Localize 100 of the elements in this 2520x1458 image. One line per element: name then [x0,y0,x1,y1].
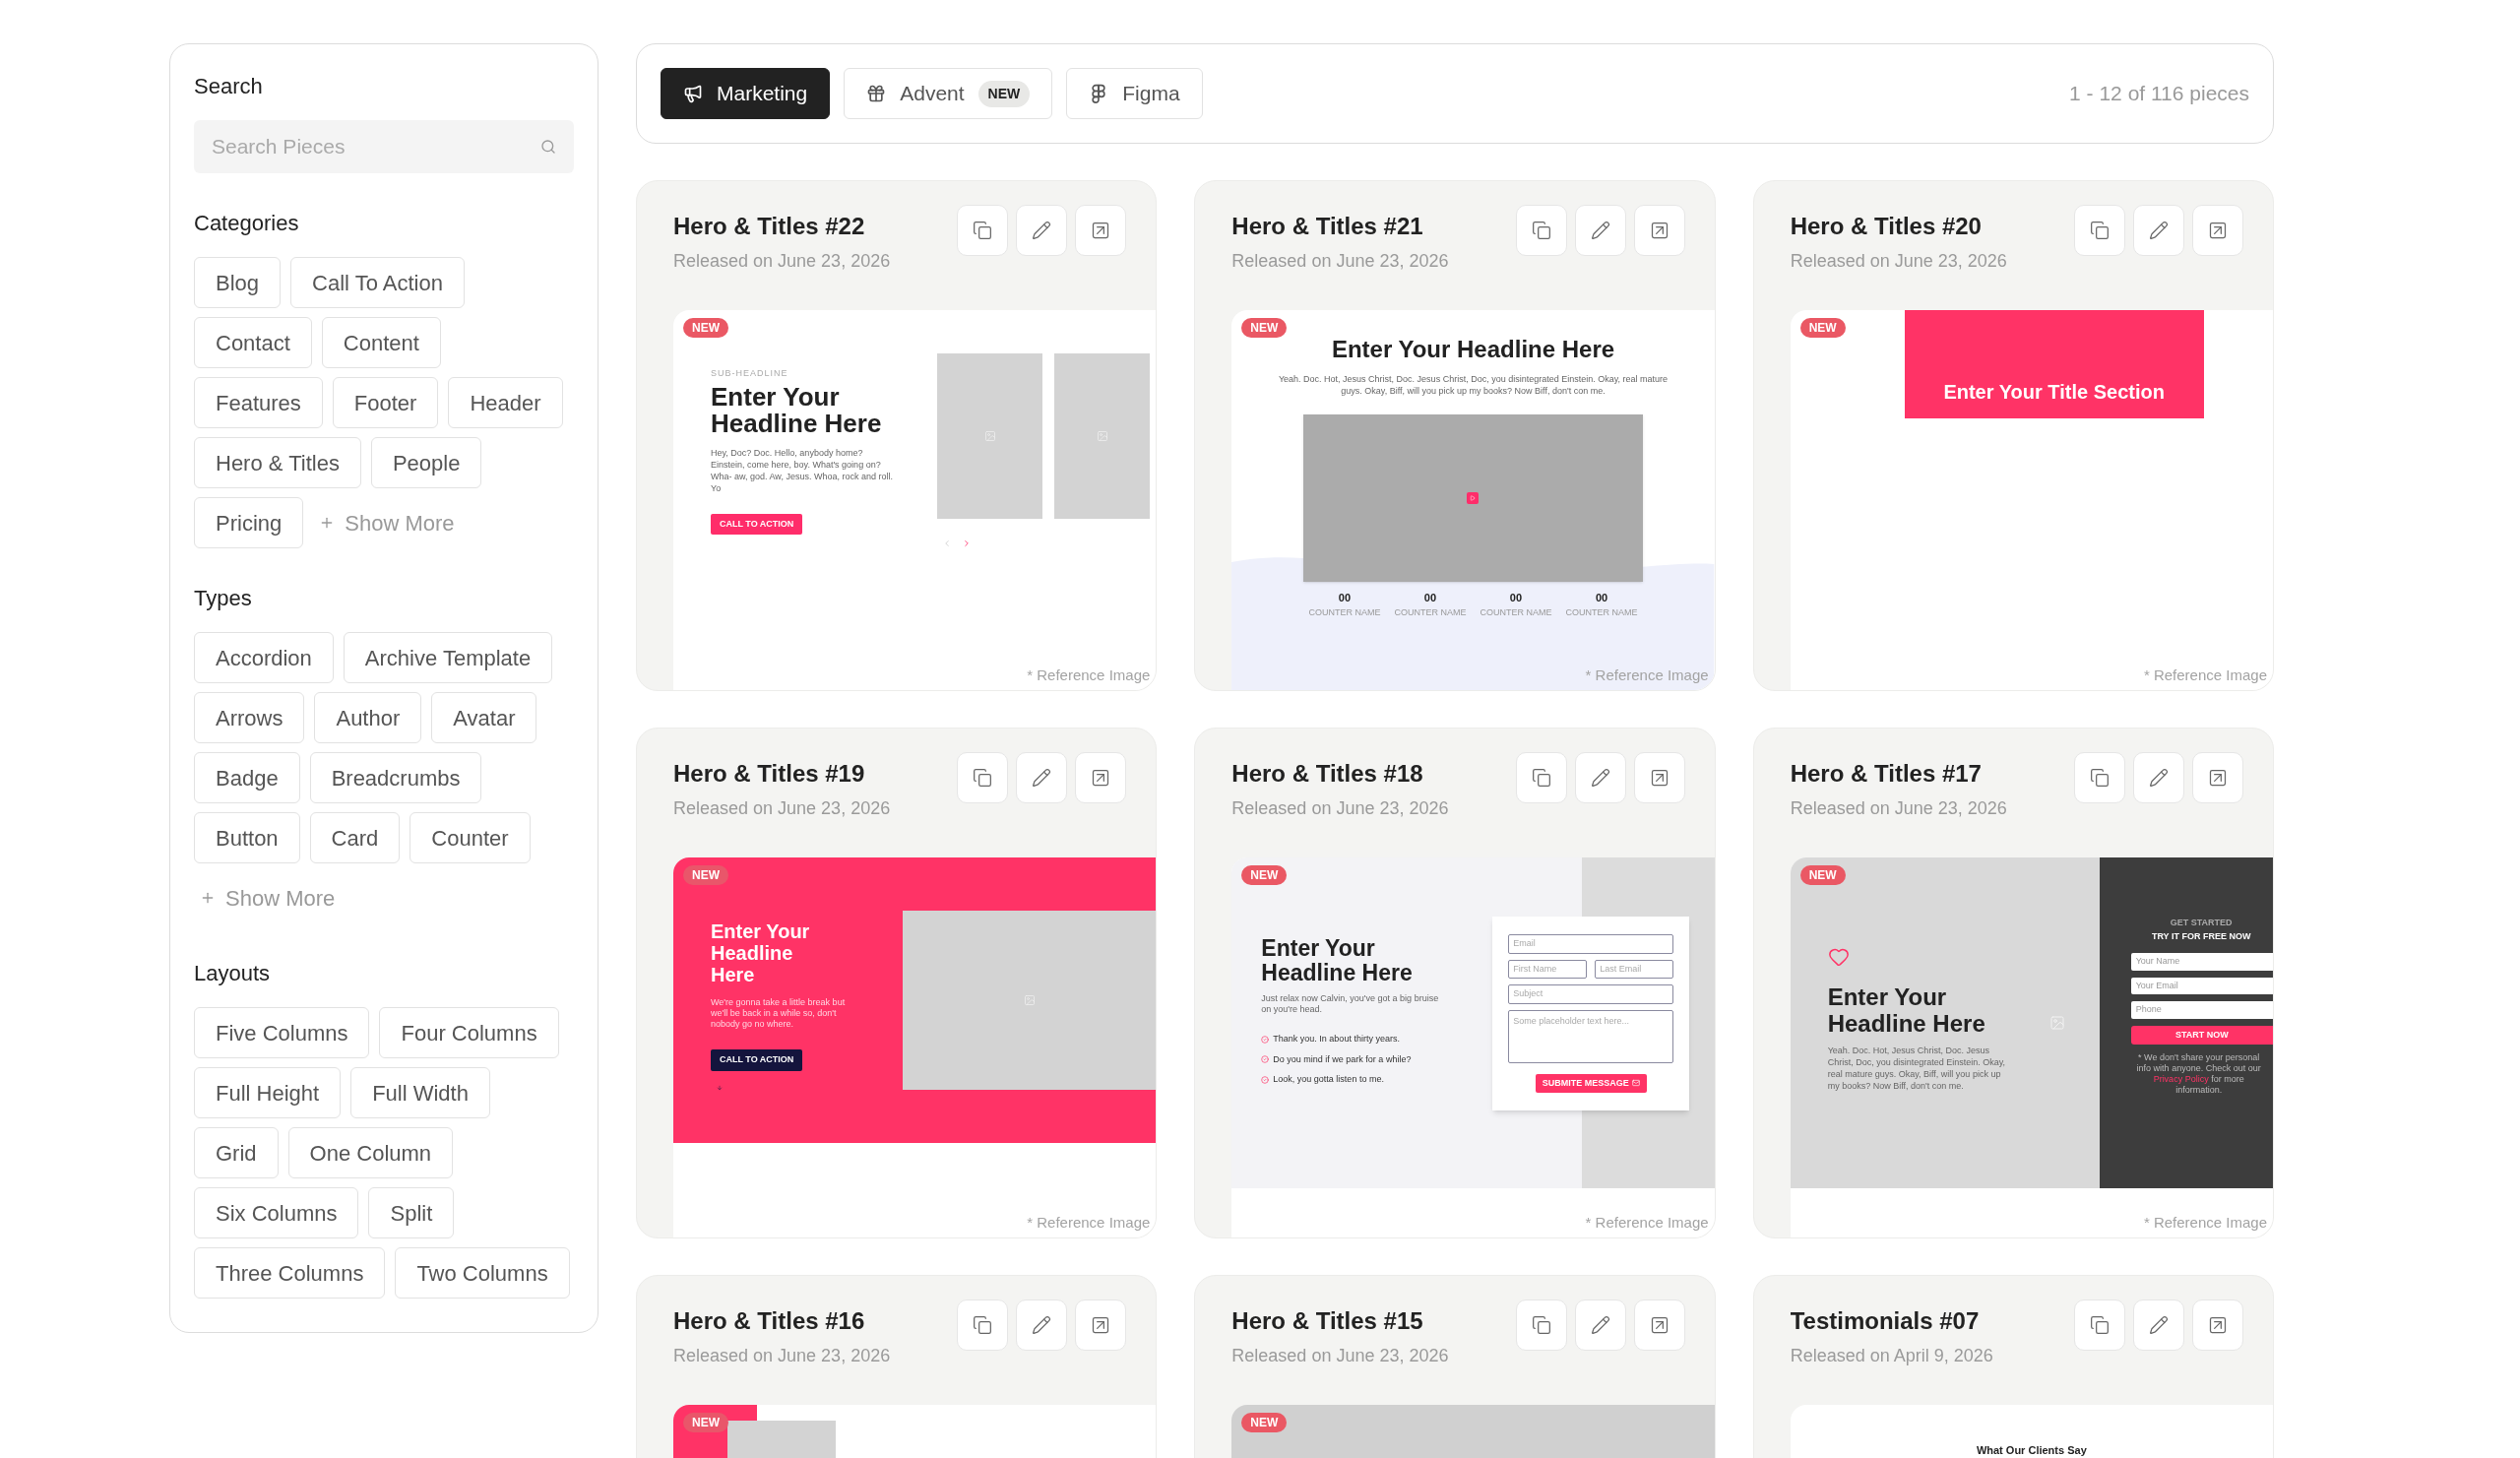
edit-button[interactable] [1016,752,1068,803]
edit-button[interactable] [1574,752,1626,803]
chevron-right-icon [962,539,972,548]
open-button[interactable] [1075,1300,1127,1351]
new-badge: NEW [1241,1413,1288,1432]
card-title: Hero & Titles #22 [673,212,866,241]
copy-button[interactable] [957,1300,1009,1351]
form-title: TRY IT FOR FREE NOW [2150,929,2252,943]
body-text: Hey, Doc? Doc. Hello, anybody home? Einstein, come here, boy. What's going on? Wha- aw, god. Aw, Jesus. Whoa, rock and roll. Yo [711,446,893,494]
open-button[interactable] [2192,752,2243,803]
new-badge: NEW [683,865,728,885]
release-date: Released on April 9, 2026 [1790,1345,1993,1367]
copy-button[interactable] [1515,752,1567,803]
tab[interactable]: Figma [1066,68,1203,119]
headline: Enter Your Headline Here [711,920,811,985]
image-icon [2048,1015,2065,1031]
submit-button[interactable]: SUBMITE MESSAGE [1535,1073,1647,1093]
filter-chip[interactable]: Arrows [194,692,305,743]
filter-chip[interactable]: Badge [194,752,300,803]
filter-chip[interactable]: Archive Template [343,632,553,683]
arrow-square-icon [1649,221,1670,240]
counter-value: 00 [1338,591,1352,605]
reference-note: * Reference Image [2143,1212,2267,1233]
tab[interactable]: Advent NEW [844,68,1053,119]
edit-button[interactable] [2133,752,2184,803]
filter-chip[interactable]: Footer [332,377,439,428]
arrow-square-icon [2208,1315,2228,1335]
open-button[interactable] [2192,1300,2243,1351]
filter-chip[interactable]: Three Columns [194,1247,386,1299]
copy-icon [973,221,993,240]
open-button[interactable] [1633,205,1685,256]
reference-note: * Reference Image [1585,665,1709,685]
edit-button[interactable] [1016,1300,1068,1351]
filter-chip[interactable]: Breadcrumbs [309,752,482,803]
arrow-square-icon [2208,221,2228,240]
open-button[interactable] [2192,205,2243,256]
copy-button[interactable] [1515,1300,1567,1351]
edit-button[interactable] [2133,205,2184,256]
edit-button[interactable] [2133,1300,2184,1351]
copy-icon [1531,221,1551,240]
copy-button[interactable] [957,205,1009,256]
filter-chip[interactable]: Full Height [194,1067,342,1118]
edit-button[interactable] [1016,205,1068,256]
filter-chip[interactable]: Blog [194,257,282,308]
filter-chip[interactable]: Author [314,692,422,743]
filter-chip[interactable]: Counter [410,812,531,863]
copy-button[interactable] [957,752,1009,803]
filter-chip[interactable]: Accordion [194,632,334,683]
filter-chip[interactable]: Four Columns [379,1007,559,1058]
release-date: Released on June 23, 2026 [1231,1345,1449,1367]
filter-chip[interactable]: Grid [194,1127,279,1178]
edit-button[interactable] [1574,205,1626,256]
copy-button[interactable] [1515,205,1567,256]
filter-chip[interactable]: Button [194,812,300,863]
filter-chip[interactable]: Split [368,1187,455,1238]
filter-chip[interactable]: Two Columns [395,1247,570,1299]
arrow-square-icon [1649,1315,1670,1335]
start-button[interactable]: START NOW [2130,1025,2273,1045]
filter-chip[interactable]: Card [309,812,401,863]
edit-button[interactable] [1574,1300,1626,1351]
body-text: Yeah. Doc. Hot, Jesus Christ, Doc. Jesus Christ, Doc, you disintegrated Einstein. Okay, real mature guys. Okay, Biff, will you pick up my books? Now Biff, don't con me. [1827,1045,2007,1092]
filter-chip[interactable]: One Column [287,1127,454,1178]
heart-icon [1827,946,1850,968]
pencil-icon [1590,221,1610,240]
card-title: Hero & Titles #15 [1231,1306,1424,1336]
gift-icon [866,84,887,103]
open-button[interactable] [1633,752,1685,803]
filter-chip[interactable]: People [370,437,482,488]
copy-icon [1531,768,1551,788]
section-title: Categories [194,210,300,237]
results-count: 1 - 12 of 116 pieces [2069,81,2249,107]
release-date: Released on June 23, 2026 [673,1345,891,1367]
open-button[interactable] [1075,752,1127,803]
counter-value: 00 [1595,591,1608,605]
filter-chip[interactable]: Full Width [350,1067,490,1118]
open-button[interactable] [1633,1300,1685,1351]
filter-chip[interactable]: Six Columns [194,1187,359,1238]
filter-chip[interactable]: Five Columns [194,1007,370,1058]
filter-chip[interactable]: Features [194,377,323,428]
release-date: Released on June 23, 2026 [1231,250,1449,273]
search-label: Search [194,73,264,100]
pencil-icon [1590,768,1610,788]
filter-chip[interactable]: Content [321,317,441,368]
copy-button[interactable] [2074,1300,2125,1351]
tab[interactable]: Marketing [661,68,831,119]
open-button[interactable] [1075,205,1127,256]
filter-chip[interactable]: Contact [194,317,312,368]
filter-chip[interactable]: Call To Action [290,257,465,308]
check-circle-icon [1261,1075,1270,1084]
filter-chip[interactable]: Header [448,377,563,428]
counter-label: COUNTER NAME [1565,605,1638,619]
copy-icon [2090,221,2110,240]
filter-chip[interactable]: Hero & Titles [194,437,361,488]
filter-chip[interactable]: Avatar [431,692,537,743]
eyebrow-text: GET STARTED [2169,917,2234,929]
pencil-icon [2149,221,2169,240]
search-field[interactable]: Search Pieces [194,120,574,173]
copy-button[interactable] [2074,205,2125,256]
filter-chip[interactable]: Pricing [194,497,304,548]
copy-button[interactable] [2074,752,2125,803]
